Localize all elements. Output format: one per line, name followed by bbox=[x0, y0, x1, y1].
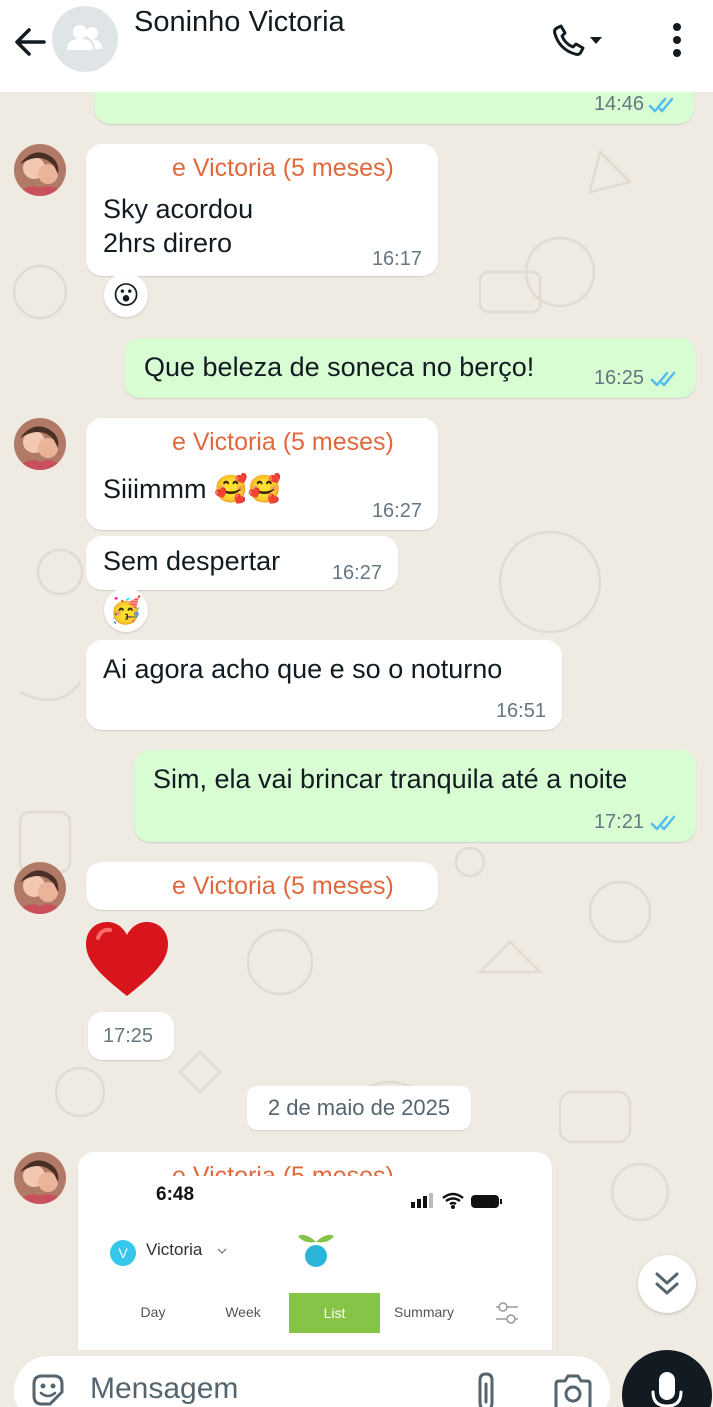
outgoing-message[interactable]: Que beleza de soneca no berço! 16:25 bbox=[124, 338, 696, 398]
emoji-time-chip: 17:25 bbox=[88, 1012, 174, 1060]
profile-name[interactable]: Victoria bbox=[146, 1240, 202, 1260]
heart-emoji-message[interactable] bbox=[82, 918, 172, 1002]
sender-name: e Victoria (5 meses) bbox=[172, 154, 394, 182]
profile-photo-icon bbox=[14, 144, 66, 196]
message-time: 16:51 bbox=[495, 700, 546, 722]
sender-avatar[interactable] bbox=[14, 418, 66, 470]
sender-name: e Victoria (5 meses) bbox=[172, 872, 394, 900]
message-text: Siiimmm 🥰🥰 bbox=[103, 474, 282, 504]
date-divider: 2 de maio de 2025 bbox=[247, 1086, 471, 1130]
outgoing-message[interactable]: 14:46 bbox=[94, 92, 694, 124]
tab-summary[interactable]: Summary bbox=[379, 1304, 469, 1320]
red-heart-icon bbox=[86, 922, 168, 996]
arrow-left-icon bbox=[15, 28, 46, 56]
message-time: 14:46 bbox=[593, 93, 644, 115]
voice-message-button[interactable] bbox=[622, 1350, 712, 1407]
group-icon bbox=[67, 25, 102, 50]
tab-day[interactable]: Day bbox=[108, 1304, 198, 1320]
status-icons bbox=[411, 1192, 502, 1209]
profile-avatar[interactable]: V bbox=[110, 1240, 136, 1266]
read-receipt-icon bbox=[650, 815, 676, 831]
message-text: Ai agora acho que e so o noturno bbox=[103, 654, 503, 684]
message-time: 17:25 bbox=[103, 1025, 154, 1047]
screenshot-clock: 6:48 bbox=[156, 1184, 195, 1205]
read-receipt-icon bbox=[650, 371, 676, 387]
phone-icon bbox=[553, 24, 602, 56]
outgoing-message[interactable]: Sim, ela vai brincar tranquila até a noi… bbox=[134, 750, 696, 842]
message-time: 16:27 bbox=[331, 562, 382, 584]
more-vertical-icon bbox=[673, 23, 681, 57]
incoming-message[interactable]: Sem despertar 16:27 bbox=[86, 536, 398, 590]
camera-button[interactable] bbox=[552, 1372, 594, 1407]
filter-sliders-icon[interactable] bbox=[494, 1300, 520, 1326]
profile-photo-icon bbox=[14, 418, 66, 470]
chat-area[interactable]: 14:46 e Victoria (5 meses) Sky acordou 2… bbox=[0, 92, 713, 1350]
message-composer bbox=[14, 1356, 610, 1407]
message-time: 16:17 bbox=[371, 248, 422, 270]
tab-list[interactable]: List bbox=[289, 1293, 380, 1333]
emoji-button[interactable] bbox=[28, 1370, 68, 1407]
camera-icon bbox=[554, 1374, 592, 1407]
message-reaction[interactable]: 😮 bbox=[104, 273, 148, 317]
chat-header: Soninho Victoria bbox=[0, 0, 713, 92]
call-button[interactable] bbox=[548, 20, 608, 60]
back-button[interactable] bbox=[10, 22, 50, 62]
attach-button[interactable] bbox=[470, 1370, 504, 1407]
sender-avatar[interactable] bbox=[14, 144, 66, 196]
profile-photo-icon bbox=[14, 1152, 66, 1204]
sender-avatar[interactable] bbox=[14, 1152, 66, 1204]
message-input[interactable] bbox=[90, 1372, 390, 1406]
message-reaction[interactable]: 🥳 bbox=[104, 588, 148, 632]
app-logo-icon bbox=[298, 1234, 334, 1267]
sender-name-bubble[interactable]: e Victoria (5 meses) bbox=[86, 862, 438, 910]
incoming-message[interactable]: Ai agora acho que e so o noturno 16:51 bbox=[86, 640, 562, 730]
group-avatar[interactable] bbox=[52, 6, 118, 72]
message-text: 2hrs direro bbox=[103, 228, 233, 258]
incoming-message[interactable]: e Victoria (5 meses) Siiimmm 🥰🥰 16:27 bbox=[86, 418, 438, 530]
screenshot-image[interactable]: 6:48 V Victoria Day Week List Summary bbox=[86, 1176, 552, 1342]
scroll-to-bottom-button[interactable] bbox=[638, 1255, 696, 1313]
double-chevron-down-icon bbox=[655, 1272, 679, 1295]
read-receipt-icon bbox=[648, 97, 674, 113]
chevron-down-icon[interactable] bbox=[216, 1246, 228, 1256]
sticker-icon bbox=[32, 1374, 64, 1406]
incoming-message[interactable]: e Victoria (5 meses) Sky acordou 2hrs di… bbox=[86, 144, 438, 276]
message-text: Sem despertar bbox=[103, 546, 281, 576]
message-text: Sky acordou bbox=[103, 194, 254, 224]
message-text: Que beleza de soneca no berço! bbox=[144, 352, 535, 382]
message-time: 17:21 bbox=[593, 811, 644, 833]
chat-title[interactable]: Soninho Victoria bbox=[134, 6, 345, 39]
message-time: 16:25 bbox=[593, 367, 644, 389]
sender-avatar[interactable] bbox=[14, 862, 66, 914]
microphone-icon bbox=[651, 1372, 683, 1407]
paperclip-icon bbox=[478, 1372, 494, 1407]
sender-name: e Victoria (5 meses) bbox=[172, 428, 394, 456]
message-time: 16:27 bbox=[371, 500, 422, 522]
profile-photo-icon bbox=[14, 862, 66, 914]
more-options-button[interactable] bbox=[660, 20, 694, 60]
message-text: Sim, ela vai brincar tranquila até a noi… bbox=[153, 764, 628, 794]
tab-week[interactable]: Week bbox=[198, 1304, 288, 1320]
